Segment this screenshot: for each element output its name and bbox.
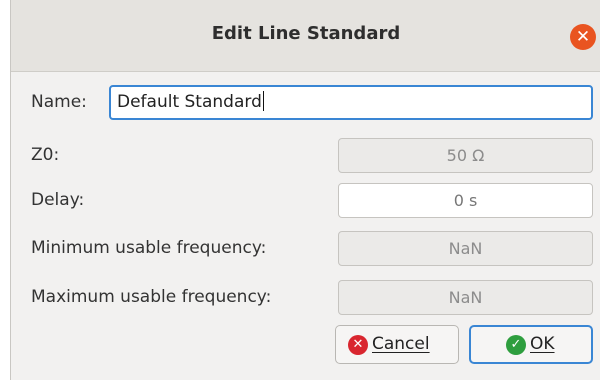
cancel-icon: ✕ [348, 335, 368, 355]
cancel-button[interactable]: ✕ Cancel [335, 325, 459, 364]
ok-button[interactable]: ✓ OK [469, 325, 593, 364]
min-frequency-label: Minimum usable frequency: [31, 238, 267, 258]
z0-label: Z0: [31, 145, 60, 165]
min-frequency-field: NaN [338, 231, 593, 266]
max-frequency-field: NaN [338, 280, 593, 315]
ok-check-icon: ✓ [506, 335, 526, 355]
z0-field: 50 Ω [338, 138, 593, 173]
delay-input[interactable]: 0 s [338, 183, 593, 218]
name-label: Name: [31, 92, 87, 112]
title-bar: Edit Line Standard ✕ [11, 0, 600, 72]
cancel-button-label: Cancel [372, 334, 430, 354]
edit-line-standard-dialog: Edit Line Standard ✕ Name: Default Stand… [10, 0, 600, 380]
close-button[interactable]: ✕ [570, 24, 596, 50]
delay-label: Delay: [31, 190, 85, 210]
name-input[interactable]: Default Standard [109, 85, 593, 120]
close-icon: ✕ [575, 27, 591, 47]
max-frequency-label: Maximum usable frequency: [31, 287, 272, 307]
name-input-value: Default Standard [117, 92, 262, 112]
ok-button-label: OK [530, 334, 555, 354]
dialog-title: Edit Line Standard [211, 23, 401, 44]
text-cursor [262, 91, 264, 111]
